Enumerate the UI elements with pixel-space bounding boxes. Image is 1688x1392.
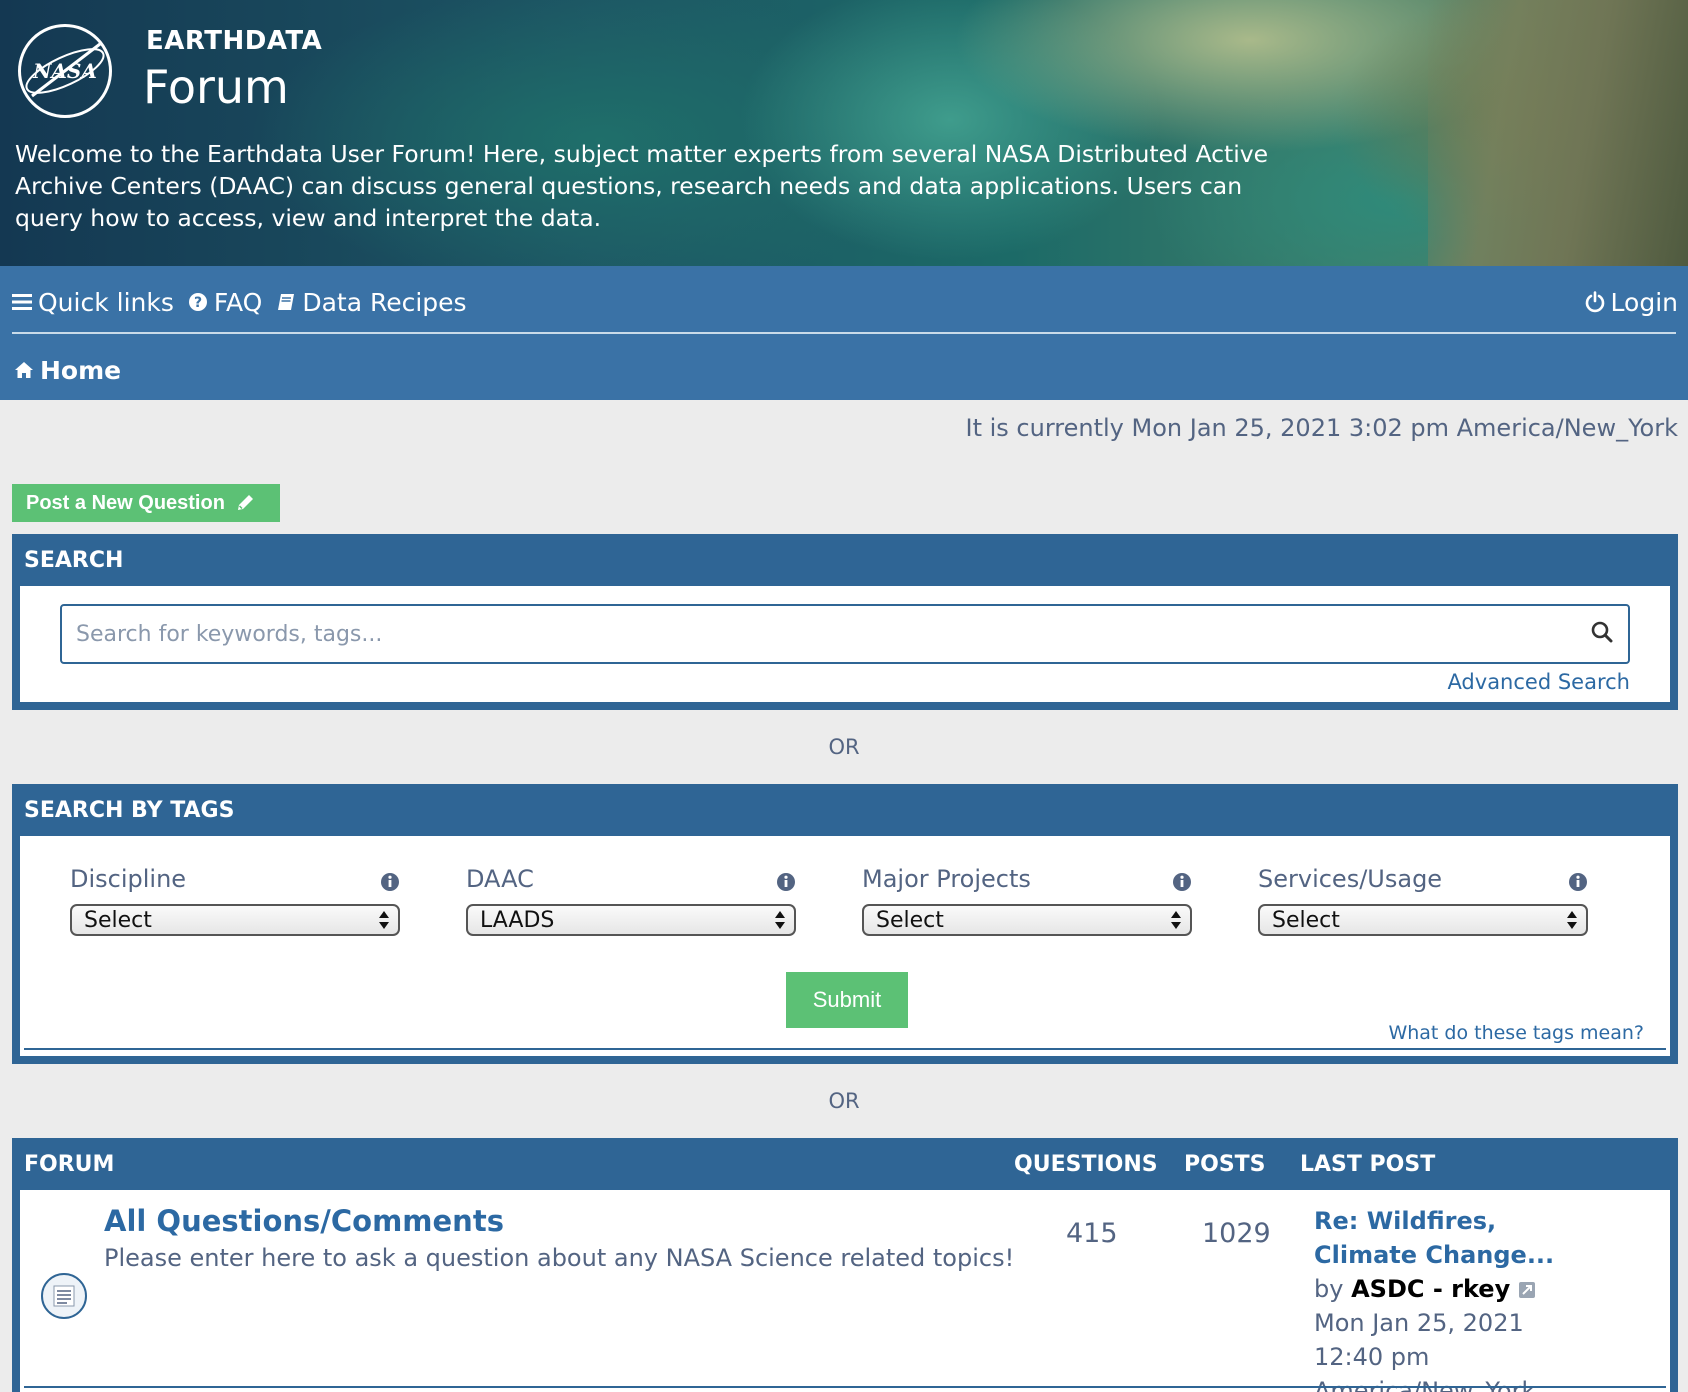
info-icon[interactable]: [776, 872, 796, 892]
info-icon[interactable]: [380, 872, 400, 892]
nav-bar: Quick links ? FAQ Data Recipes Login Hom…: [0, 266, 1688, 400]
nav-links: Quick links ? FAQ Data Recipes: [12, 282, 467, 322]
last-post-col-header: LAST POST: [1300, 1152, 1436, 1177]
view-latest-post-icon[interactable]: [1518, 1281, 1536, 1299]
home-icon: [15, 362, 33, 378]
quick-links-menu[interactable]: Quick links: [12, 288, 174, 317]
power-icon: [1585, 291, 1604, 313]
forum-row: All Questions/Comments Please enter here…: [20, 1190, 1670, 1392]
daac-filter: DAAC LAADS: [466, 862, 796, 936]
major-projects-filter: Major Projects Select: [862, 862, 1192, 936]
banner-coastline: [1428, 0, 1688, 266]
tags-help-link[interactable]: What do these tags mean?: [1388, 1022, 1644, 1044]
major-projects-select[interactable]: Select: [862, 904, 1192, 936]
select-arrows-icon: [1567, 911, 1577, 929]
select-arrows-icon: [379, 911, 389, 929]
last-post-author-link[interactable]: ASDC - rkey: [1351, 1275, 1510, 1303]
forum-panel: FORUM QUESTIONS POSTS LAST POST All Ques…: [12, 1138, 1678, 1392]
tags-divider: [24, 1048, 1666, 1050]
or-divider-1: OR: [828, 735, 860, 759]
daac-label: DAAC: [466, 865, 534, 893]
data-recipes-link[interactable]: Data Recipes: [276, 287, 467, 317]
brand-forum: Forum: [143, 60, 289, 114]
last-post-info: Re: Wildfires, Climate Change... by ASDC…: [1314, 1204, 1594, 1392]
svg-text:?: ?: [194, 295, 202, 311]
forum-read-icon: [41, 1273, 87, 1319]
daac-select-value: LAADS: [480, 907, 555, 933]
post-new-question-label: Post a New Question: [26, 491, 225, 514]
current-time: It is currently Mon Jan 25, 2021 3:02 pm…: [965, 414, 1678, 442]
posts-count: 1029: [1202, 1218, 1271, 1249]
search-box: [60, 604, 1630, 664]
forum-col-header: FORUM: [24, 1152, 115, 1177]
brand-earthdata: EARTHDATA: [146, 26, 323, 56]
discipline-select-value: Select: [84, 907, 152, 933]
forum-description: Please enter here to ask a question abou…: [104, 1244, 1015, 1272]
tags-panel-body: Discipline Select DAAC LAADS Major Proje…: [20, 836, 1670, 1056]
post-new-question-button[interactable]: Post a New Question: [12, 484, 280, 522]
advanced-search-link[interactable]: Advanced Search: [1447, 670, 1630, 694]
nav-divider: [12, 332, 1676, 334]
last-post-time: Mon Jan 25, 2021 12:40 pm America/New_Yo…: [1314, 1309, 1536, 1392]
login-link[interactable]: Login: [1585, 282, 1678, 322]
search-title: SEARCH: [24, 547, 124, 573]
nasa-logo[interactable]: NASA: [18, 24, 112, 118]
or-divider-2: OR: [828, 1089, 860, 1113]
book-icon: [278, 294, 295, 310]
major-projects-select-value: Select: [876, 907, 944, 933]
header-banner: NASA EARTHDATA Forum Welcome to the Eart…: [0, 0, 1688, 266]
question-circle-icon: ?: [188, 293, 207, 311]
search-panel: SEARCH Advanced Search: [12, 534, 1678, 710]
search-panel-body: Advanced Search: [20, 586, 1670, 702]
select-arrows-icon: [1171, 911, 1181, 929]
search-by-tags-panel: SEARCH BY TAGS Discipline Select DAAC LA…: [12, 784, 1678, 1064]
faq-link[interactable]: ? FAQ: [188, 288, 262, 317]
home-label: Home: [40, 355, 122, 385]
select-arrows-icon: [775, 911, 785, 929]
search-input[interactable]: [76, 614, 1556, 654]
search-by-tags-title: SEARCH BY TAGS: [24, 797, 235, 823]
search-icon[interactable]: [1590, 620, 1614, 644]
pencil-icon: [237, 495, 253, 510]
last-post-title-link[interactable]: Re: Wildfires, Climate Change...: [1314, 1204, 1594, 1272]
info-icon[interactable]: [1568, 872, 1588, 892]
discipline-filter: Discipline Select: [70, 862, 400, 936]
submit-button[interactable]: Submit: [786, 972, 908, 1028]
last-post-by: by: [1314, 1275, 1344, 1303]
nasa-orbit-icon: [25, 42, 105, 98]
welcome-text: Welcome to the Earthdata User Forum! Her…: [15, 140, 1269, 232]
login-label: Login: [1610, 287, 1678, 317]
daac-select[interactable]: LAADS: [466, 904, 796, 936]
breadcrumb-home[interactable]: Home: [14, 350, 121, 390]
questions-count: 415: [1066, 1218, 1118, 1249]
questions-col-header: QUESTIONS: [1014, 1152, 1158, 1177]
services-usage-filter: Services/Usage Select: [1258, 862, 1588, 936]
posts-col-header: POSTS: [1184, 1152, 1266, 1177]
discipline-label: Discipline: [70, 865, 187, 893]
forum-header: FORUM QUESTIONS POSTS LAST POST: [12, 1138, 1678, 1190]
faq-label: FAQ: [213, 287, 263, 317]
data-recipes-label: Data Recipes: [302, 287, 467, 317]
services-usage-select[interactable]: Select: [1258, 904, 1588, 936]
forum-title-link[interactable]: All Questions/Comments: [104, 1204, 504, 1238]
hamburger-icon: [12, 294, 32, 310]
quick-links-label: Quick links: [38, 287, 174, 317]
discipline-select[interactable]: Select: [70, 904, 400, 936]
services-usage-select-value: Select: [1272, 907, 1340, 933]
last-post-byline: by ASDC - rkey: [1314, 1272, 1594, 1306]
services-usage-label: Services/Usage: [1258, 865, 1443, 893]
major-projects-label: Major Projects: [862, 865, 1031, 893]
forum-row-divider: [24, 1386, 1666, 1388]
info-icon[interactable]: [1172, 872, 1192, 892]
